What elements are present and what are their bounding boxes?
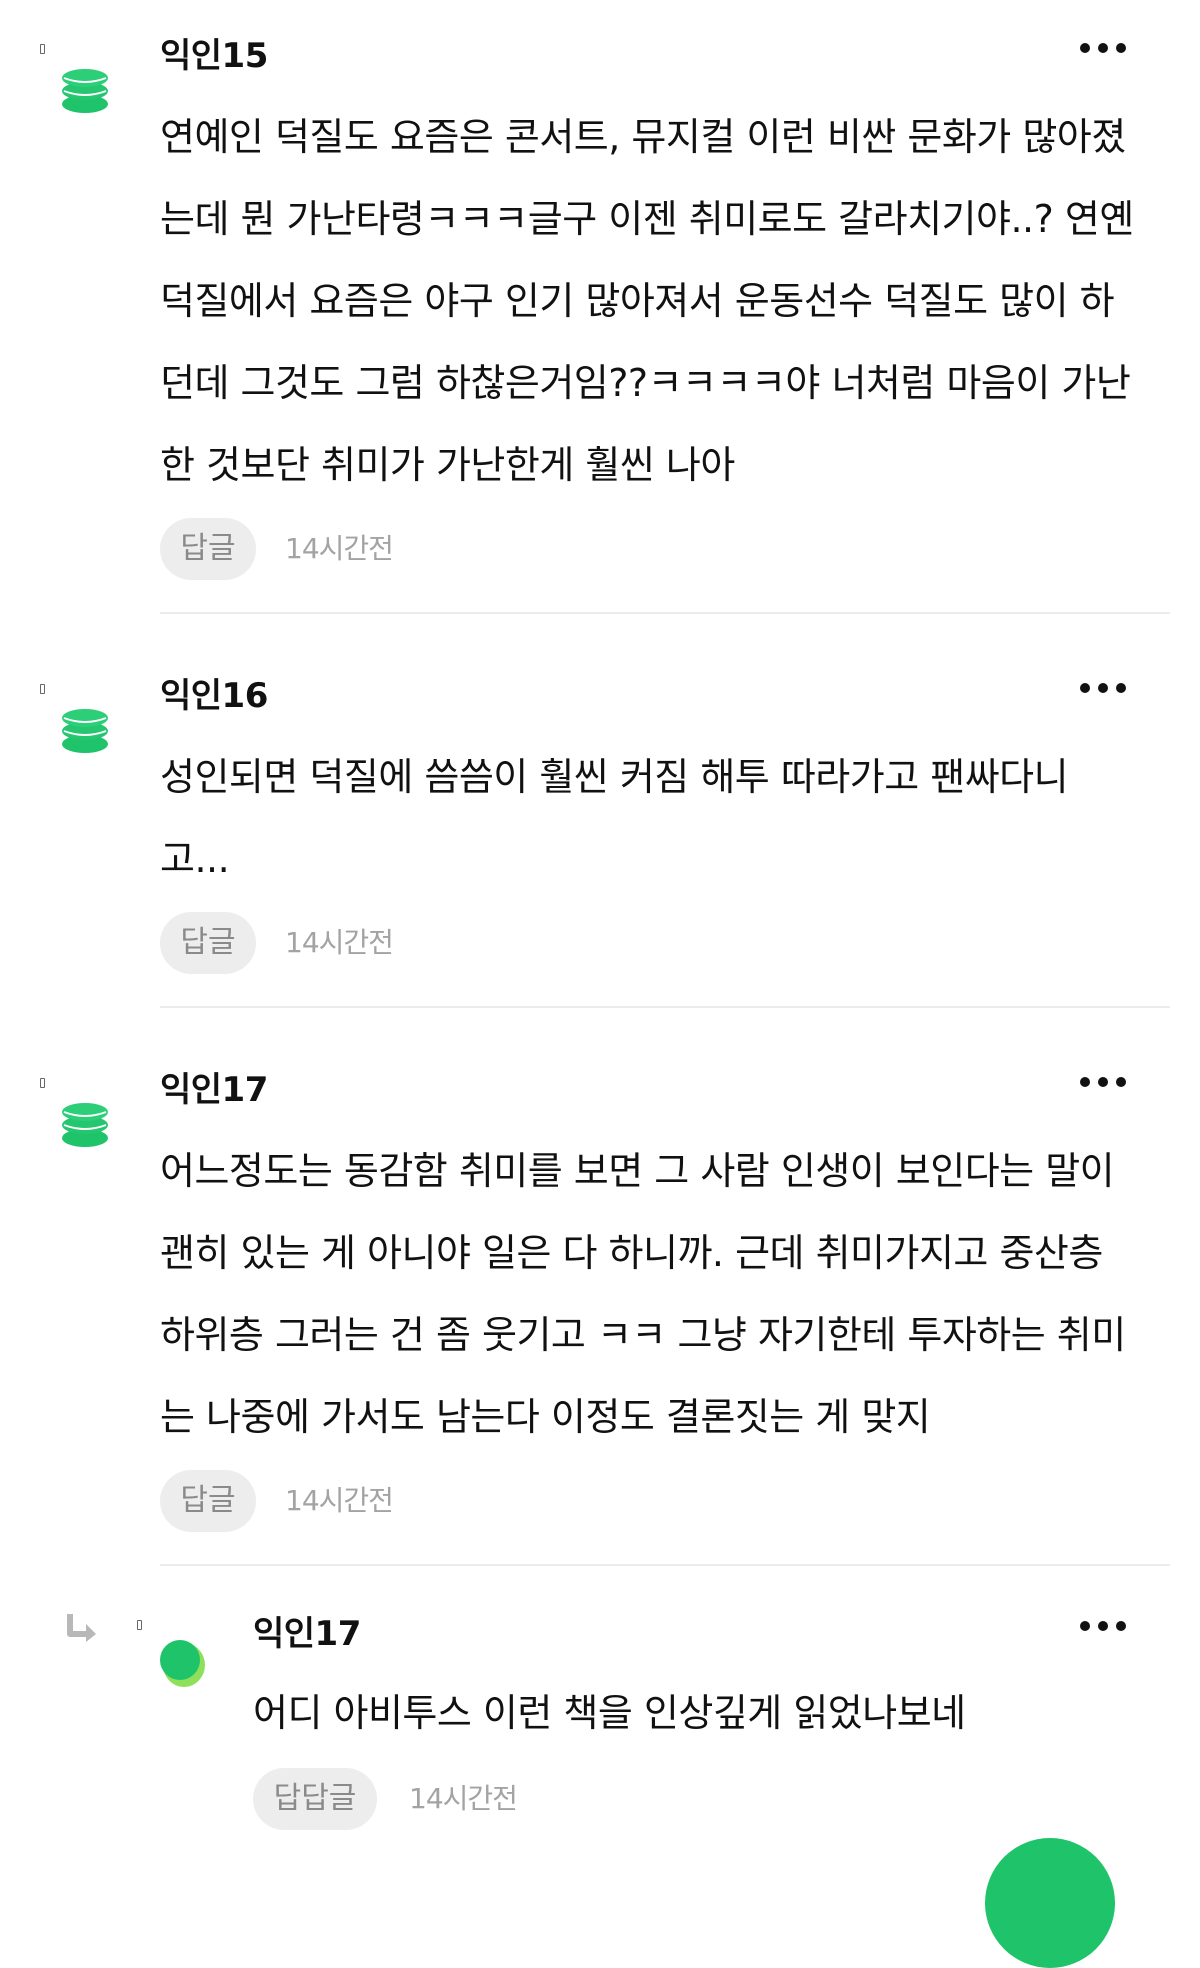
badge-icon xyxy=(40,44,45,54)
timestamp: 14시간전 xyxy=(285,926,394,959)
nickname[interactable]: 익인17 xyxy=(253,1614,361,1654)
badge-icon xyxy=(40,684,45,694)
badge-icon xyxy=(137,1620,142,1630)
reply-button[interactable]: 답글 xyxy=(160,518,256,580)
badge-icon xyxy=(40,1078,45,1088)
write-button[interactable] xyxy=(985,1838,1115,1968)
comment-text: 어느정도는 동감함 취미를 보면 그 사람 인생이 보인다는 말이 괜히 있는 … xyxy=(160,1149,1126,1439)
comment-text: 성인되면 덕질에 씀씀이 훨씬 커짐 해투 따라가고 팬싸다니 고... xyxy=(160,755,1069,881)
more-dots-icon[interactable] xyxy=(1080,1616,1126,1636)
stacked-coins-icon xyxy=(62,1103,108,1147)
stacked-coins-icon xyxy=(62,69,108,113)
reply-button[interactable]: 답글 xyxy=(160,912,256,974)
green-circle-icon xyxy=(160,1640,205,1687)
reply-button[interactable]: 답글 xyxy=(160,1470,256,1532)
divider xyxy=(160,1006,1170,1008)
timestamp: 14시간전 xyxy=(285,532,394,565)
more-dots-icon[interactable] xyxy=(1080,678,1126,698)
nickname[interactable]: 익인17 xyxy=(160,1070,268,1110)
more-dots-icon[interactable] xyxy=(1080,38,1126,58)
comment-text: 연예인 덕질도 요즘은 콘서트, 뮤지컬 이런 비싼 문화가 많아졌 는데 뭔 … xyxy=(160,115,1134,487)
nickname[interactable]: 익인15 xyxy=(160,36,268,76)
divider xyxy=(160,1564,1170,1566)
nested-reply-button[interactable]: 답답글 xyxy=(253,1768,377,1830)
divider xyxy=(160,612,1170,614)
nickname[interactable]: 익인16 xyxy=(160,676,268,716)
timestamp: 14시간전 xyxy=(285,1484,394,1517)
reply-arrow-icon xyxy=(67,1614,96,1642)
stacked-coins-icon xyxy=(62,709,108,753)
more-dots-icon[interactable] xyxy=(1080,1072,1126,1092)
reply-text: 어디 아비투스 이런 책을 인상깊게 읽었나보네 xyxy=(253,1691,966,1735)
timestamp: 14시간전 xyxy=(409,1782,518,1815)
